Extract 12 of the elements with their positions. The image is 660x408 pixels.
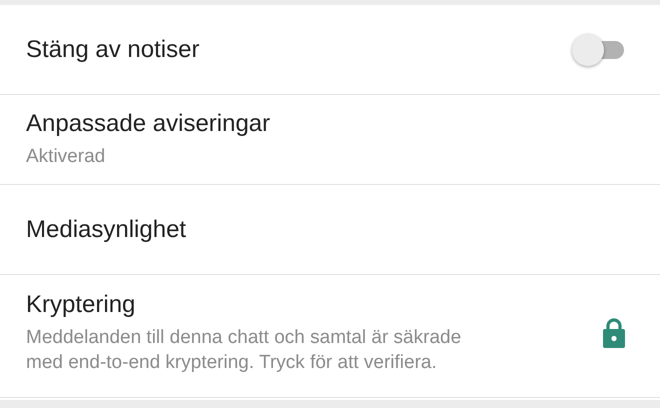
settings-item[interactable]: Kryptering Meddelanden till denna chatt och samtal är säkrade med end-to-end kryptering. Tryck för att verifiera. — [0, 275, 660, 398]
setting-title: Anpassade aviseringar — [26, 110, 272, 138]
toggle-switch[interactable] — [570, 32, 626, 68]
settings-item[interactable]: Stäng av notiser — [0, 5, 660, 95]
settings-item[interactable]: Mediasynlighet — [0, 185, 660, 275]
setting-title: Mediasynlighet — [26, 216, 188, 244]
setting-title: Kryptering — [26, 291, 136, 319]
settings-item[interactable]: Anpassade aviseringar Aktiverad — [0, 95, 660, 185]
setting-subtitle: Meddelanden till denna chatt och samtal är säkrade med end-to-end kryptering. Tryck för att verifiera. — [26, 326, 462, 375]
setting-subtitle: Aktiverad — [26, 145, 106, 169]
lock-icon — [602, 317, 626, 349]
setting-title: Stäng av notiser — [26, 36, 200, 64]
